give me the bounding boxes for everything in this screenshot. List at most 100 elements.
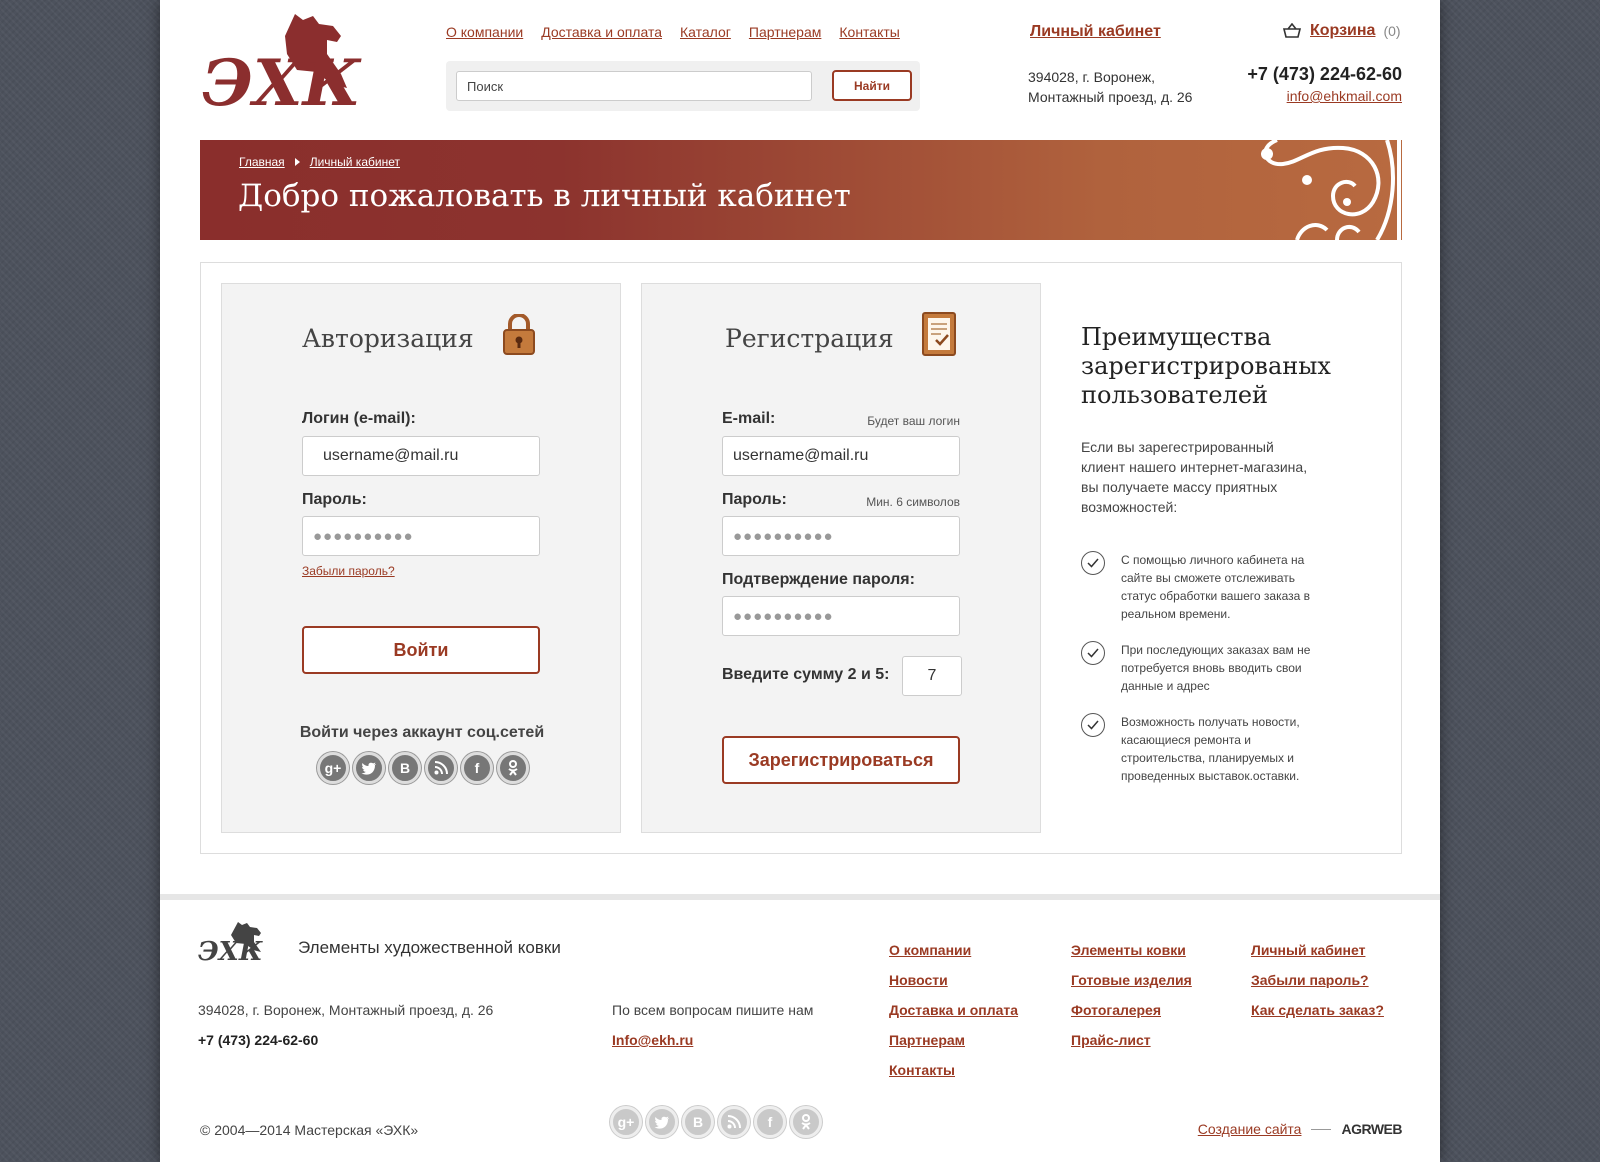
rss-icon[interactable] bbox=[718, 1106, 750, 1138]
nav-delivery[interactable]: Доставка и оплата bbox=[541, 24, 662, 40]
check-icon bbox=[1081, 713, 1105, 737]
nav-partners[interactable]: Партнерам bbox=[749, 24, 821, 40]
basket-icon bbox=[1282, 23, 1302, 38]
footer-logo[interactable]: ЭХК bbox=[198, 920, 268, 964]
footer-link-elements[interactable]: Элементы ковки bbox=[1071, 942, 1192, 959]
header-phone: +7 (473) 224-62-60 bbox=[1247, 64, 1402, 84]
social-login-icons: g+ В f bbox=[317, 752, 529, 784]
footer-tagline: Элементы художественной ковки bbox=[298, 938, 561, 957]
facebook-icon[interactable]: f bbox=[461, 752, 493, 784]
top-nav: О компании Доставка и оплата Каталог Пар… bbox=[446, 24, 900, 40]
login-button[interactable]: Войти bbox=[302, 626, 540, 674]
register-password-label: Пароль: bbox=[722, 491, 787, 508]
footer-link-cabinet[interactable]: Личный кабинет bbox=[1251, 942, 1384, 959]
register-title: Регистрация bbox=[725, 324, 894, 353]
register-email-hint: Будет ваш логин bbox=[867, 414, 960, 428]
check-icon bbox=[1081, 641, 1105, 665]
footer-link-pricelist[interactable]: Прайс-лист bbox=[1071, 1032, 1192, 1049]
forgot-password-link[interactable]: Забыли пароль? bbox=[302, 564, 395, 578]
login-field-label: Логин (e-mail): bbox=[302, 410, 416, 427]
clipboard-icon bbox=[922, 312, 956, 356]
logo[interactable]: ЭХК bbox=[200, 10, 365, 115]
header-email[interactable]: info@ehkmail.com bbox=[1287, 88, 1402, 104]
nav-catalog[interactable]: Каталог bbox=[680, 24, 731, 40]
ornament-decoration bbox=[1261, 140, 1401, 240]
footer: ЭХК Элементы художественной ковки 394028… bbox=[160, 894, 1440, 1162]
address-line-2: Монтажный проезд, д. 26 bbox=[1028, 89, 1193, 105]
advantage-item: При последующих заказах вам не потребует… bbox=[1081, 641, 1331, 695]
advantage-text: При последующих заказах вам не потребует… bbox=[1121, 643, 1311, 693]
copyright: © 2004—2014 Мастерская «ЭХК» bbox=[200, 1122, 419, 1138]
vkontakte-icon[interactable]: В bbox=[682, 1106, 714, 1138]
social-login-label: Войти через аккаунт соц.сетей bbox=[299, 724, 545, 741]
advantage-item: С помощью личного кабинета на сайте вы с… bbox=[1081, 551, 1331, 623]
main-content: Авторизация Логин (e-mail): username@mai… bbox=[200, 262, 1402, 854]
divider bbox=[1311, 1128, 1332, 1130]
register-button[interactable]: Зарегистрироваться bbox=[722, 736, 960, 784]
check-icon bbox=[1081, 551, 1105, 575]
footer-email[interactable]: Info@ekh.ru bbox=[612, 1032, 693, 1048]
page-title: Добро пожаловать в личный кабинет bbox=[238, 178, 851, 214]
footer-link-delivery[interactable]: Доставка и оплата bbox=[889, 1002, 1018, 1019]
login-password-input[interactable]: ●●●●●●●●●● bbox=[302, 516, 540, 556]
footer-social-icons: g+ В f bbox=[610, 1106, 822, 1138]
page-banner: Главная Личный кабинет Добро пожаловать … bbox=[200, 140, 1402, 240]
odnoklassniki-icon[interactable] bbox=[790, 1106, 822, 1138]
header-address: 394028, г. Воронеж, Монтажный проезд, д.… bbox=[1028, 67, 1228, 107]
register-panel: Регистрация E-mail: Будет ваш логин user… bbox=[641, 283, 1041, 833]
vkontakte-icon[interactable]: В bbox=[389, 752, 421, 784]
rss-icon[interactable] bbox=[425, 752, 457, 784]
footer-link-forgot[interactable]: Забыли пароль? bbox=[1251, 972, 1384, 989]
breadcrumb-cabinet[interactable]: Личный кабинет bbox=[310, 155, 400, 169]
search-input[interactable] bbox=[456, 71, 812, 101]
register-password-hint: Мин. 6 символов bbox=[866, 495, 960, 509]
breadcrumb-arrow-icon bbox=[294, 158, 300, 166]
captcha-input[interactable]: 7 bbox=[902, 656, 962, 696]
footer-ask-label: По всем вопросам пишите нам bbox=[612, 1002, 814, 1018]
footer-phone: +7 (473) 224-62-60 bbox=[198, 1032, 319, 1048]
footer-link-news[interactable]: Новости bbox=[889, 972, 1018, 989]
password-label: Пароль: bbox=[302, 491, 367, 508]
google-plus-icon[interactable]: g+ bbox=[317, 752, 349, 784]
made-by-link[interactable]: Создание сайта bbox=[1198, 1121, 1302, 1137]
cart-label[interactable]: Корзина bbox=[1310, 22, 1375, 40]
advantage-text: С помощью личного кабинета на сайте вы с… bbox=[1121, 553, 1311, 621]
made-by: Создание сайта AGRWEB bbox=[1198, 1121, 1403, 1137]
advantage-item: Возможность получать новости, касающиеся… bbox=[1081, 713, 1331, 785]
odnoklassniki-icon[interactable] bbox=[497, 752, 529, 784]
login-email-input[interactable]: username@mail.ru bbox=[302, 436, 540, 476]
google-plus-icon[interactable]: g+ bbox=[610, 1106, 642, 1138]
nav-contacts[interactable]: Контакты bbox=[839, 24, 899, 40]
login-title: Авторизация bbox=[302, 324, 474, 353]
agency-logo[interactable]: AGRWEB bbox=[1341, 1121, 1402, 1137]
search-button[interactable]: Найти bbox=[832, 70, 912, 101]
footer-link-about[interactable]: О компании bbox=[889, 942, 1018, 959]
footer-col-1: О компании Новости Доставка и оплата Пар… bbox=[889, 942, 1018, 1079]
advantages-intro: Если вы зарегестрированный клиент нашего… bbox=[1081, 439, 1308, 515]
address-line-1: 394028, г. Воронеж, bbox=[1028, 69, 1155, 85]
cabinet-link[interactable]: Личный кабинет bbox=[1030, 23, 1161, 41]
captcha-label: Введите сумму 2 и 5: bbox=[722, 666, 890, 683]
footer-link-partners[interactable]: Партнерам bbox=[889, 1032, 1018, 1049]
register-password-input[interactable]: ●●●●●●●●●● bbox=[722, 516, 960, 556]
register-email-label: E-mail: bbox=[722, 410, 776, 427]
footer-address: 394028, г. Воронеж, Монтажный проезд, д.… bbox=[198, 1002, 494, 1018]
breadcrumb-home[interactable]: Главная bbox=[239, 155, 285, 169]
footer-link-howto[interactable]: Как сделать заказ? bbox=[1251, 1002, 1384, 1019]
advantage-text: Возможность получать новости, касающиеся… bbox=[1121, 715, 1300, 783]
footer-col-2: Элементы ковки Готовые изделия Фотогалер… bbox=[1071, 942, 1192, 1049]
footer-link-gallery[interactable]: Фотогалерея bbox=[1071, 1002, 1192, 1019]
confirm-password-input[interactable]: ●●●●●●●●●● bbox=[722, 596, 960, 636]
svg-text:ЭХК: ЭХК bbox=[198, 937, 263, 964]
register-email-input[interactable]: username@mail.ru bbox=[722, 436, 960, 476]
footer-link-products[interactable]: Готовые изделия bbox=[1071, 972, 1192, 989]
search-box: Найти bbox=[446, 61, 920, 111]
footer-link-contacts[interactable]: Контакты bbox=[889, 1062, 1018, 1079]
advantages-title: Преимущества зарегистрированых пользоват… bbox=[1081, 323, 1331, 409]
cart[interactable]: Корзина (0) bbox=[1282, 22, 1401, 40]
twitter-icon[interactable] bbox=[353, 752, 385, 784]
twitter-icon[interactable] bbox=[646, 1106, 678, 1138]
footer-col-3: Личный кабинет Забыли пароль? Как сделат… bbox=[1251, 942, 1384, 1019]
facebook-icon[interactable]: f bbox=[754, 1106, 786, 1138]
nav-about[interactable]: О компании bbox=[446, 24, 523, 40]
